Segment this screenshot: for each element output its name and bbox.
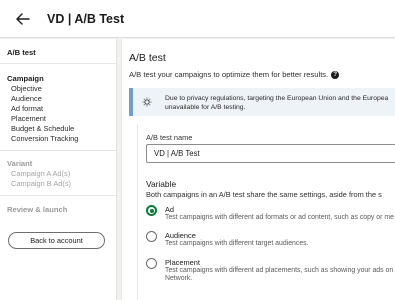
- option-ad-label: Ad: [165, 205, 175, 214]
- page-subtitle: A/B test your campaigns to optimize them…: [129, 70, 340, 79]
- back-button[interactable]: [11, 7, 35, 31]
- sidebar-item-campaign-b-ads: Campaign B Ad(s): [11, 179, 71, 188]
- radio-ad[interactable]: [146, 205, 157, 216]
- settings-section: A/B test name Variable Both campaigns in…: [137, 124, 395, 300]
- sidebar-item-objective[interactable]: Objective: [11, 84, 42, 93]
- variable-description: Both campaigns in an A/B test share the …: [146, 190, 382, 199]
- lightbulb-icon: [142, 97, 152, 107]
- privacy-notice: Due to privacy regulations, targeting th…: [129, 88, 395, 116]
- option-placement-description-line-2: Network.: [165, 275, 193, 283]
- option-ad-description: Test campaigns with different ad formats…: [165, 214, 394, 221]
- sidebar-divider: [0, 63, 116, 64]
- sidebar-item-conversion-tracking[interactable]: Conversion Tracking: [11, 134, 78, 143]
- help-circle-icon[interactable]: ?: [331, 70, 340, 79]
- page-subtitle-text: A/B test your campaigns to optimize them…: [129, 70, 329, 79]
- option-placement-description-line-1: Test campaigns with different ad placeme…: [165, 267, 394, 274]
- back-to-account-button[interactable]: Back to account: [8, 232, 105, 249]
- notice-accent-bar: [129, 88, 133, 116]
- variable-title: Variable: [146, 179, 177, 189]
- sidebar-item-budget-schedule[interactable]: Budget & Schedule: [11, 124, 74, 133]
- sidebar-item-ad-format[interactable]: Ad format: [11, 104, 43, 113]
- sidebar-item-placement[interactable]: Placement: [11, 114, 46, 123]
- notice-text: Due to privacy regulations, targeting th…: [165, 95, 395, 112]
- option-placement-label: Placement: [165, 258, 200, 267]
- ab-test-name-input[interactable]: [146, 144, 395, 163]
- sidebar-heading-review-launch: Review & launch: [7, 205, 68, 214]
- sidebar-item-audience[interactable]: Audience: [11, 94, 42, 103]
- sidebar-heading-variant: Variant: [7, 159, 33, 168]
- ab-test-card: A/B test A/B test your campaigns to opti…: [121, 39, 395, 300]
- radio-audience[interactable]: [146, 231, 157, 242]
- notice-line-1: Due to privacy regulations, targeting th…: [165, 95, 389, 102]
- ab-test-name-label: A/B test name: [146, 133, 193, 142]
- radio-placement[interactable]: [146, 258, 157, 269]
- option-audience-description: Test campaigns with different target aud…: [165, 240, 309, 247]
- notice-line-2: unavailable for A/B testing.: [165, 103, 246, 111]
- main-panel: A/B test A/B test your campaigns to opti…: [117, 39, 395, 300]
- sidebar-divider: [0, 195, 116, 196]
- option-audience-label: Audience: [165, 231, 196, 240]
- sidebar: A/B test Campaign Objective Audience Ad …: [0, 39, 117, 300]
- sidebar-heading-ab-test[interactable]: A/B test: [7, 48, 36, 57]
- page-header-title: VD | A/B Test: [47, 11, 125, 26]
- option-placement-description: Test campaigns with different ad placeme…: [165, 267, 393, 284]
- arrow-left-icon: [16, 12, 30, 25]
- sidebar-item-campaign-a-ads: Campaign A Ad(s): [11, 169, 71, 178]
- sidebar-divider: [0, 150, 116, 151]
- page-title: A/B test: [129, 52, 166, 64]
- sidebar-heading-campaign[interactable]: Campaign: [7, 74, 44, 83]
- top-header: VD | A/B Test: [0, 0, 395, 38]
